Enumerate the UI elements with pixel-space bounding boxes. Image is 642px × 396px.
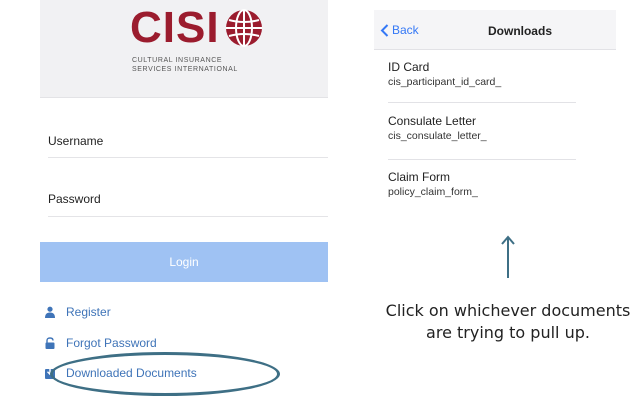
- logo-subtitle-2: SERVICES INTERNATIONAL: [132, 66, 238, 73]
- download-item-title: Consulate Letter: [388, 114, 477, 128]
- downloads-screen: Back Downloads ID Card cis_participant_i…: [374, 10, 616, 230]
- download-item-consulate-letter[interactable]: Consulate Letter cis_consulate_letter_: [388, 114, 588, 143]
- lock-icon: [45, 337, 55, 349]
- download-item-title: ID Card: [388, 60, 430, 74]
- register-link[interactable]: Register: [44, 305, 111, 319]
- register-label: Register: [66, 305, 111, 319]
- username-underline: [48, 157, 328, 158]
- forgot-password-label: Forgot Password: [66, 336, 157, 350]
- download-item-file: cis_participant_id_card_: [388, 76, 502, 88]
- divider: [388, 102, 576, 103]
- up-arrow-icon: [501, 235, 515, 278]
- logo-subtitle-1: CULTURAL INSURANCE: [132, 57, 223, 64]
- cisi-logo: CISI: [130, 6, 264, 50]
- instruction-text: Click on whichever documents are trying …: [385, 301, 631, 342]
- download-item-file: policy_claim_form_: [388, 186, 478, 198]
- forgot-password-link[interactable]: Forgot Password: [44, 336, 157, 350]
- logo-header: CISI CULTURAL INSURANCE SERVICES INTERNA…: [40, 0, 328, 98]
- login-screen: CISI CULTURAL INSURANCE SERVICES INTERNA…: [40, 0, 328, 396]
- download-item-title: Claim Form: [388, 170, 450, 184]
- password-field[interactable]: Password: [48, 192, 101, 206]
- globe-icon: [225, 9, 262, 47]
- page-title: Downloads: [487, 24, 552, 38]
- username-field[interactable]: Username: [48, 134, 103, 148]
- password-underline: [48, 216, 328, 217]
- divider: [388, 159, 576, 160]
- login-button[interactable]: Login: [40, 242, 328, 282]
- logo-text: CISI: [130, 3, 220, 52]
- download-item-file: cis_consulate_letter_: [388, 130, 487, 142]
- highlight-ring: [50, 352, 280, 396]
- person-icon: [45, 306, 55, 318]
- download-item-id-card[interactable]: ID Card cis_participant_id_card_: [388, 60, 588, 89]
- nav-bar: Back Downloads: [374, 10, 616, 50]
- download-item-claim-form[interactable]: Claim Form policy_claim_form_: [388, 170, 588, 199]
